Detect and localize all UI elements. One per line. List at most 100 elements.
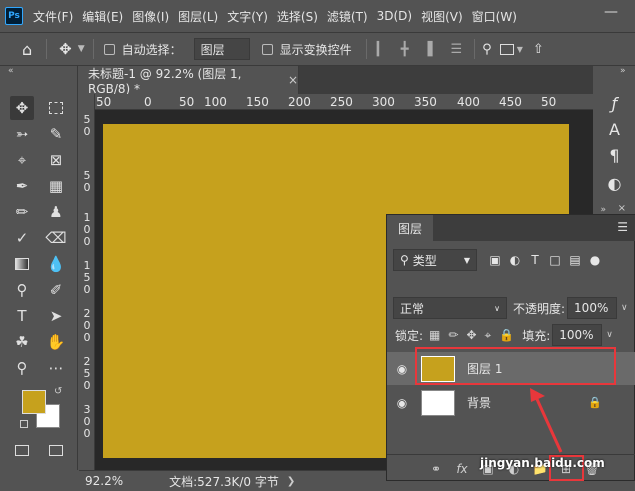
document-size[interactable]: 文档:527.3K/0 字节 (169, 473, 279, 490)
stamp-tool-icon[interactable]: ♟ (44, 200, 68, 224)
home-icon[interactable]: ⌂ (22, 40, 32, 59)
panel-menu-icon[interactable]: ☰ (617, 220, 628, 234)
chevron-down-icon: ∨ (494, 303, 500, 313)
move-tool-icon[interactable]: ✥ (59, 40, 72, 58)
dodge-tool-icon[interactable]: ⚲ (10, 278, 34, 302)
frame-tool-icon[interactable]: ⊠ (44, 148, 68, 172)
move-tool-icon[interactable]: ✥ (10, 96, 34, 120)
link-layers-icon[interactable]: ⚭ (423, 462, 449, 476)
layer-row-background[interactable]: ◉ 背景 🔒 (387, 386, 635, 419)
menu-filter[interactable]: 滤镜(T) (327, 8, 368, 25)
menu-select[interactable]: 选择(S) (277, 8, 318, 25)
chevron-right-icon[interactable]: ❯ (287, 476, 295, 487)
chevron-down-icon[interactable]: ▼ (78, 44, 85, 54)
document-tab[interactable]: 未标题-1 @ 92.2% (图层 1, RGB/8) * × (79, 66, 299, 96)
lock-label: 锁定: (395, 328, 424, 343)
paragraph-panel-icon[interactable]: ¶ (594, 146, 635, 165)
menu-image[interactable]: 图像(I) (132, 8, 169, 25)
align-left-icon[interactable]: ▎ (377, 42, 387, 57)
ruler-label: 400 (457, 95, 480, 109)
crop-tool-icon[interactable]: ⌖ (10, 148, 34, 172)
filter-shape-icon[interactable]: □ (545, 253, 565, 267)
chevron-down-icon[interactable]: ∨ (621, 303, 628, 313)
tools-panel: « ✥ ➳ ✎ ⌖ ⊠ ✒ ▦ ✏ ♟ ✓ ⌫ 💧 ⚲ ✐ T ➤ ☘ ✋ ⚲ … (0, 66, 78, 470)
type-tool-icon[interactable]: T (10, 304, 34, 328)
swap-colors-icon[interactable]: ↺ (54, 386, 62, 397)
show-transform-checkbox[interactable] (261, 43, 273, 55)
auto-select-checkbox[interactable] (103, 43, 115, 55)
adjustments-panel-icon[interactable]: ◐ (594, 174, 635, 193)
healing-tool-icon[interactable]: ▦ (44, 174, 68, 198)
filter-pixel-icon[interactable]: ▣ (485, 253, 505, 267)
fill-input[interactable]: 100% (552, 324, 603, 346)
visibility-eye-icon[interactable]: ◉ (387, 396, 417, 410)
layer-name[interactable]: 背景 (467, 394, 491, 411)
menu-layer[interactable]: 图层(L) (178, 8, 218, 25)
lock-artboard-icon[interactable]: ⌖ (485, 328, 492, 343)
fx-icon[interactable]: fx (449, 462, 475, 476)
shape-tool-icon[interactable]: ☘ (10, 330, 34, 354)
visibility-eye-icon[interactable]: ◉ (387, 362, 417, 376)
chevron-down-icon[interactable]: ∨ (606, 330, 613, 340)
minimize-icon[interactable]: — (604, 4, 618, 20)
screen-mode-icon[interactable] (44, 438, 68, 462)
path-select-tool-icon[interactable]: ➤ (44, 304, 68, 328)
character-panel-icon[interactable]: A (594, 120, 635, 139)
align-right-icon[interactable]: ▐ (423, 42, 433, 57)
horizontal-ruler[interactable]: 50 0 50 100 150 200 250 300 350 400 450 … (95, 94, 593, 110)
marquee-tool-icon[interactable] (44, 96, 68, 120)
collapse-icon[interactable]: « (8, 66, 14, 76)
opacity-value: 100% (574, 301, 609, 315)
quick-mask-icon[interactable] (10, 438, 34, 462)
hand-tool-icon[interactable]: ✋ (44, 330, 68, 354)
filter-smart-icon[interactable]: ▤ (565, 253, 585, 267)
menu-file[interactable]: 文件(F) (33, 8, 73, 25)
tab-layers[interactable]: 图层 (387, 215, 433, 241)
fx-panel-icon[interactable]: ƒ (594, 94, 635, 113)
zoom-tool-icon[interactable]: ⚲ (10, 356, 34, 380)
pen-tool-icon[interactable]: ✐ (44, 278, 68, 302)
menu-3d[interactable]: 3D(D) (377, 9, 412, 23)
eyedropper-tool-icon[interactable]: ✒ (10, 174, 34, 198)
brush-tool-icon[interactable]: ✏ (10, 200, 34, 224)
more-tools-icon[interactable]: ⋯ (44, 356, 68, 380)
distribute-icon[interactable]: ☰ (451, 42, 463, 57)
align-center-icon[interactable]: ╋ (401, 42, 409, 57)
menu-window[interactable]: 窗口(W) (472, 8, 517, 25)
opacity-input[interactable]: 100% (567, 297, 618, 319)
collapse-icon[interactable]: » (600, 205, 606, 215)
fill-label: 填充: (522, 328, 551, 343)
filter-adjustment-icon[interactable]: ◐ (505, 253, 525, 267)
share-icon[interactable]: ⇧ (533, 42, 544, 57)
opacity-label: 不透明度: (513, 301, 566, 316)
chevron-down-icon[interactable]: ▼ (517, 45, 523, 54)
history-brush-tool-icon[interactable]: ✓ (10, 226, 34, 250)
lasso-tool-icon[interactable]: ➳ (10, 122, 34, 146)
gradient-tool-icon[interactable] (10, 252, 34, 276)
lock-transparent-icon[interactable]: ▦ (429, 328, 440, 342)
foreground-color-swatch[interactable] (22, 390, 46, 414)
lock-image-icon[interactable]: ✏ (448, 328, 458, 342)
menu-edit[interactable]: 编辑(E) (82, 8, 123, 25)
close-icon[interactable]: × (288, 73, 298, 87)
blend-mode-dropdown[interactable]: 正常 ∨ (393, 297, 507, 319)
vertical-ruler[interactable]: 5 0 5 0 1 0 0 1 5 0 2 0 0 2 5 0 3 0 0 (79, 94, 95, 470)
search-icon[interactable]: ⚲ (482, 42, 492, 57)
quick-select-tool-icon[interactable]: ✎ (44, 122, 68, 146)
auto-select-dropdown[interactable]: 图层 (193, 38, 250, 60)
filter-toggle-icon[interactable]: ● (585, 253, 605, 267)
lock-all-icon[interactable]: 🔒 (499, 328, 514, 342)
menu-type[interactable]: 文字(Y) (227, 8, 268, 25)
blur-tool-icon[interactable]: 💧 (44, 252, 68, 276)
collapse-icon[interactable]: » (620, 66, 626, 76)
zoom-level[interactable]: 92.2% (85, 474, 123, 488)
workspace-icon[interactable] (499, 43, 514, 55)
filter-kind-dropdown[interactable]: ⚲ 类型 ▼ (393, 249, 477, 271)
ruler-label: 450 (499, 95, 522, 109)
filter-type-icon[interactable]: T (525, 253, 545, 267)
lock-position-icon[interactable]: ✥ (466, 328, 476, 342)
close-panel-icon[interactable]: × (618, 203, 626, 214)
menu-view[interactable]: 视图(V) (421, 8, 463, 25)
eraser-tool-icon[interactable]: ⌫ (44, 226, 68, 250)
default-colors-icon[interactable] (20, 420, 28, 428)
